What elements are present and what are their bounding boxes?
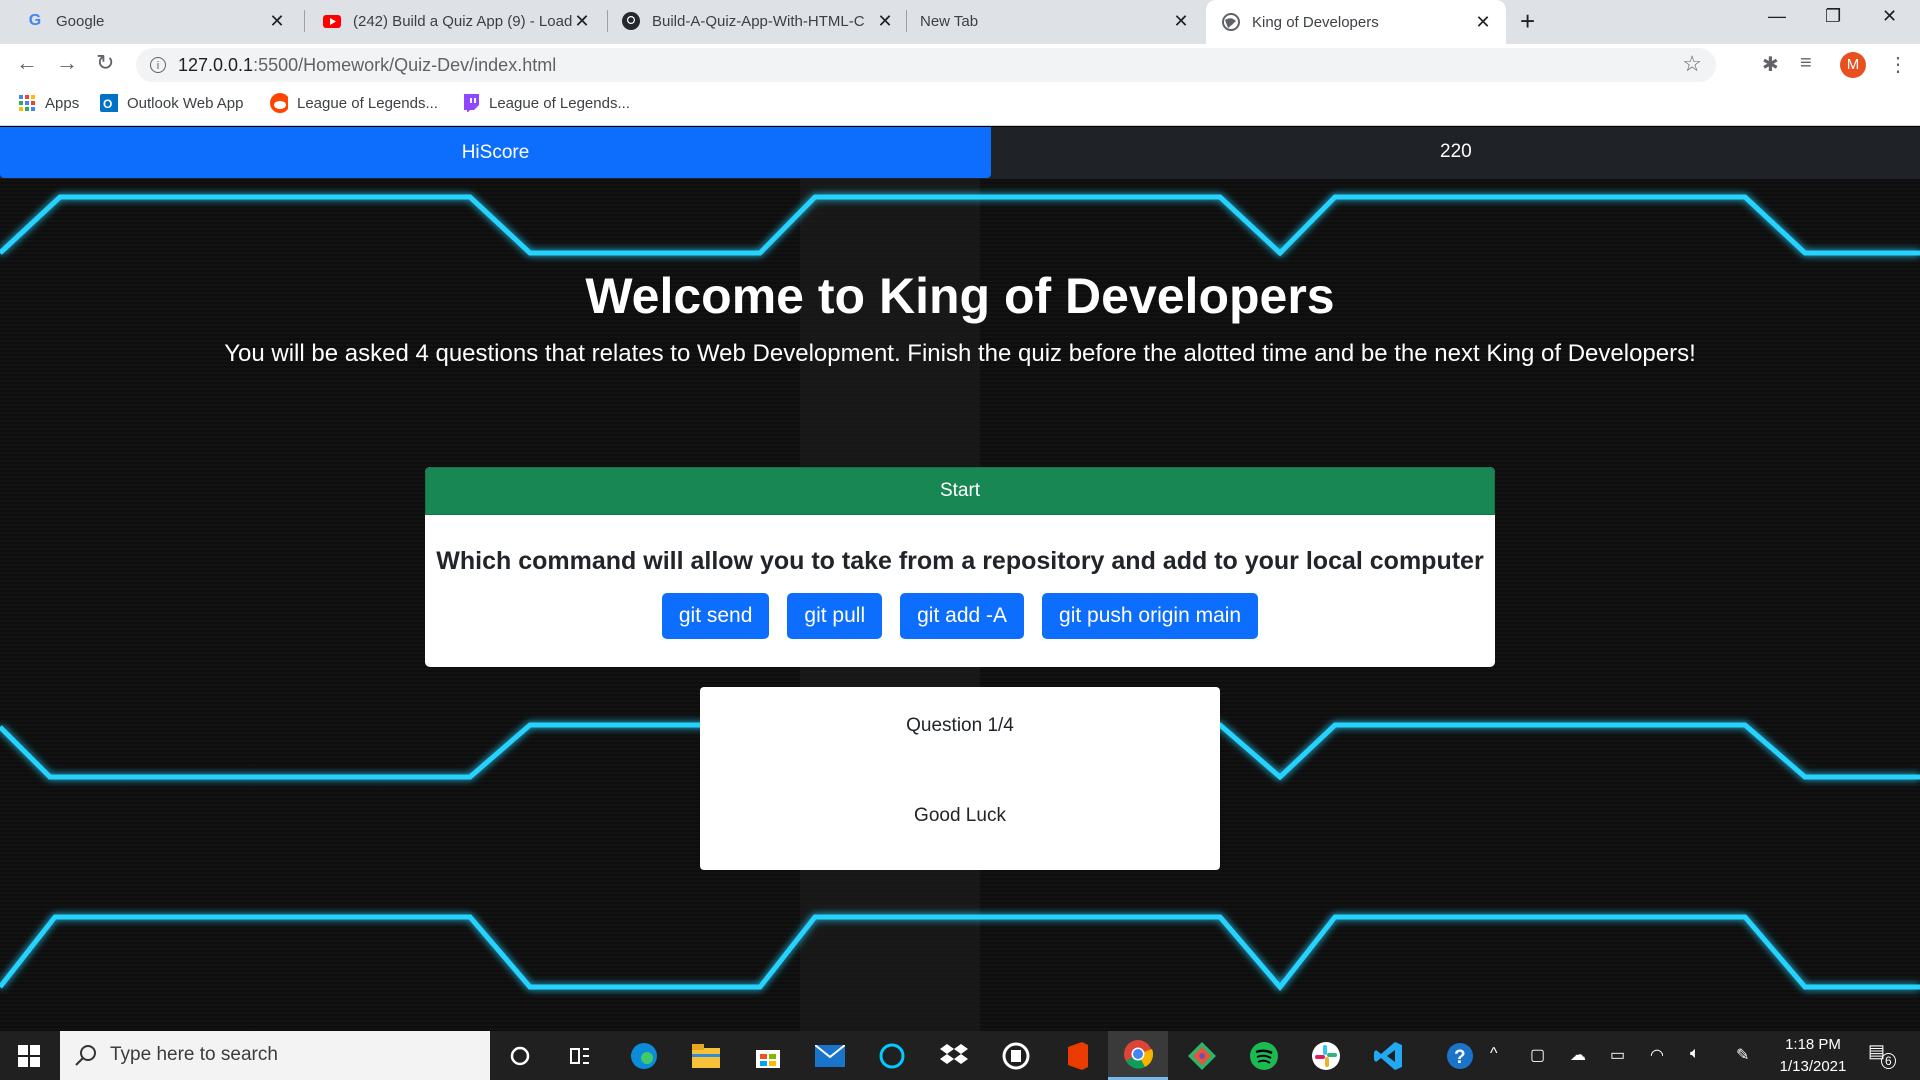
url-text[interactable]: 127.0.0.1:5500/Homework/Quiz-Dev/index.h…	[178, 55, 556, 76]
svg-text:?: ?	[1454, 1047, 1466, 1068]
alexa-icon[interactable]	[876, 1040, 908, 1072]
info-icon[interactable]: i	[150, 57, 166, 73]
globe-icon	[1222, 13, 1240, 31]
timer-display: 220	[1440, 141, 1472, 162]
question-counter: Question 1/4	[906, 715, 1014, 736]
tab-king-of-developers[interactable]: King of Developers ✕	[1206, 0, 1506, 44]
url-host: 127.0.0.1	[178, 55, 254, 75]
onedrive-icon[interactable]: ☁	[1570, 1045, 1586, 1065]
wifi-icon[interactable]: ◠	[1650, 1045, 1664, 1065]
url-path: :5500/Homework/Quiz-Dev/index.html	[253, 55, 557, 75]
answer-button[interactable]: git pull	[787, 593, 883, 639]
minimize-icon[interactable]: —	[1768, 6, 1786, 27]
close-icon[interactable]: ✕	[573, 11, 591, 32]
browser-tab-strip: G Google ✕ (242) Build a Quiz App (9) - …	[0, 0, 1920, 44]
address-bar[interactable]: i 127.0.0.1:5500/Homework/Quiz-Dev/index…	[136, 48, 1716, 82]
bookmarks-bar: Apps O Outlook Web App League of Legends…	[0, 86, 1920, 126]
profile-avatar[interactable]: M	[1840, 52, 1866, 78]
edge-icon[interactable]	[628, 1040, 660, 1072]
start-button[interactable]: Start	[425, 467, 1495, 515]
media-control-icon[interactable]: ≡	[1800, 52, 1812, 75]
meet-now-icon[interactable]: ▢	[1530, 1045, 1545, 1065]
dropbox-icon[interactable]	[938, 1040, 970, 1072]
close-icon[interactable]: ✕	[1474, 12, 1492, 33]
clock-time[interactable]: 1:18 PM	[1778, 1036, 1848, 1053]
vscode-icon[interactable]	[1372, 1040, 1404, 1072]
taskbar-search-box[interactable]: Type here to search	[60, 1031, 490, 1080]
forward-icon[interactable]: →	[56, 50, 78, 76]
notification-count: 6	[1881, 1053, 1896, 1069]
clock-date[interactable]: 1/13/2021	[1770, 1058, 1856, 1075]
office-icon[interactable]	[1062, 1040, 1094, 1072]
quiz-card: Start Which command will allow you to ta…	[425, 467, 1495, 667]
hiscore-button[interactable]: HiScore	[0, 127, 991, 178]
search-icon	[74, 1043, 98, 1072]
bookmark-league-twitch[interactable]: League of Legends...	[462, 94, 630, 112]
reload-icon[interactable]: ↻	[96, 50, 114, 76]
gitkraken-icon[interactable]	[1186, 1040, 1218, 1072]
task-view-icon[interactable]	[564, 1040, 596, 1072]
battery-icon[interactable]: ▭	[1610, 1045, 1625, 1065]
youtube-icon	[323, 12, 341, 30]
bookmark-league-reddit[interactable]: League of Legends...	[270, 93, 438, 113]
svg-text:O: O	[103, 97, 112, 111]
spotify-icon[interactable]	[1248, 1040, 1280, 1072]
mail-icon[interactable]	[814, 1040, 846, 1072]
answer-button[interactable]: git send	[661, 593, 770, 639]
reddit-icon	[270, 93, 288, 113]
search-placeholder: Type here to search	[110, 1044, 278, 1065]
tab-github[interactable]: Build-A-Quiz-App-With-HTML-C ✕	[608, 0, 908, 42]
top-navbar: HiScore 220	[0, 127, 1920, 179]
windows-taskbar: Type here to search ? ^ ▢ ☁ ▭ ◠ 🔈︎ ✎ 1:1…	[0, 1031, 1920, 1080]
menu-icon[interactable]: ⋮	[1888, 52, 1908, 77]
page-subtitle: You will be asked 4 questions that relat…	[224, 340, 1696, 367]
answer-button[interactable]: git add -A	[900, 593, 1025, 639]
pen-icon[interactable]: ✎	[1736, 1045, 1749, 1065]
volume-icon[interactable]: 🔈︎	[1690, 1045, 1700, 1063]
bookmark-apps[interactable]: Apps	[18, 94, 79, 112]
close-icon[interactable]: ✕	[1172, 11, 1190, 32]
tab-new-tab[interactable]: New Tab ✕	[908, 0, 1204, 42]
answer-button[interactable]: git push origin main	[1042, 593, 1259, 639]
quiz-page: HiScore 220 Welcome to King of Developer…	[0, 127, 1920, 1031]
bookmark-star-icon[interactable]: ☆	[1682, 51, 1702, 77]
close-icon[interactable]: ✕	[876, 11, 894, 32]
notification-center-icon[interactable]: ▤6	[1868, 1041, 1900, 1069]
chrome-taskbar-icon[interactable]	[1108, 1031, 1168, 1080]
github-icon	[622, 12, 640, 30]
file-explorer-icon[interactable]	[690, 1040, 722, 1072]
question-text: Which command will allow you to take fro…	[436, 547, 1484, 575]
progress-card: Question 1/4 Good Luck	[700, 687, 1220, 870]
twitch-icon	[462, 94, 480, 112]
cortana-icon[interactable]	[504, 1040, 536, 1072]
tab-youtube[interactable]: (242) Build a Quiz App (9) - Load ✕	[305, 0, 605, 42]
browser-toolbar: ← → ↻ i 127.0.0.1:5500/Homework/Quiz-Dev…	[0, 44, 1920, 86]
back-icon[interactable]: ←	[16, 50, 38, 76]
page-title: Welcome to King of Developers	[585, 268, 1335, 324]
tab-separator	[906, 10, 907, 32]
tab-google[interactable]: G Google ✕	[0, 0, 300, 42]
windows-start-icon[interactable]	[18, 1045, 40, 1072]
close-window-icon[interactable]: ✕	[1882, 6, 1897, 27]
good-luck-text: Good Luck	[914, 805, 1006, 826]
store-icon[interactable]	[752, 1040, 784, 1072]
answer-buttons: git send git pull git add -A git push or…	[425, 593, 1495, 639]
close-icon[interactable]: ✕	[268, 11, 286, 32]
bookmark-outlook[interactable]: O Outlook Web App	[100, 94, 243, 112]
apps-grid-icon	[18, 94, 36, 112]
google-icon: G	[28, 12, 42, 29]
outlook-icon: O	[100, 94, 118, 112]
extensions-icon[interactable]: ✱	[1762, 52, 1779, 77]
new-tab-button[interactable]: +	[1520, 6, 1535, 37]
help-icon[interactable]: ?	[1444, 1040, 1476, 1072]
restore-icon[interactable]: ❐	[1825, 6, 1841, 27]
show-hidden-icons-chevron-icon[interactable]: ^	[1490, 1045, 1498, 1063]
slack-icon[interactable]	[1310, 1040, 1342, 1072]
league-client-icon[interactable]	[1000, 1040, 1032, 1072]
